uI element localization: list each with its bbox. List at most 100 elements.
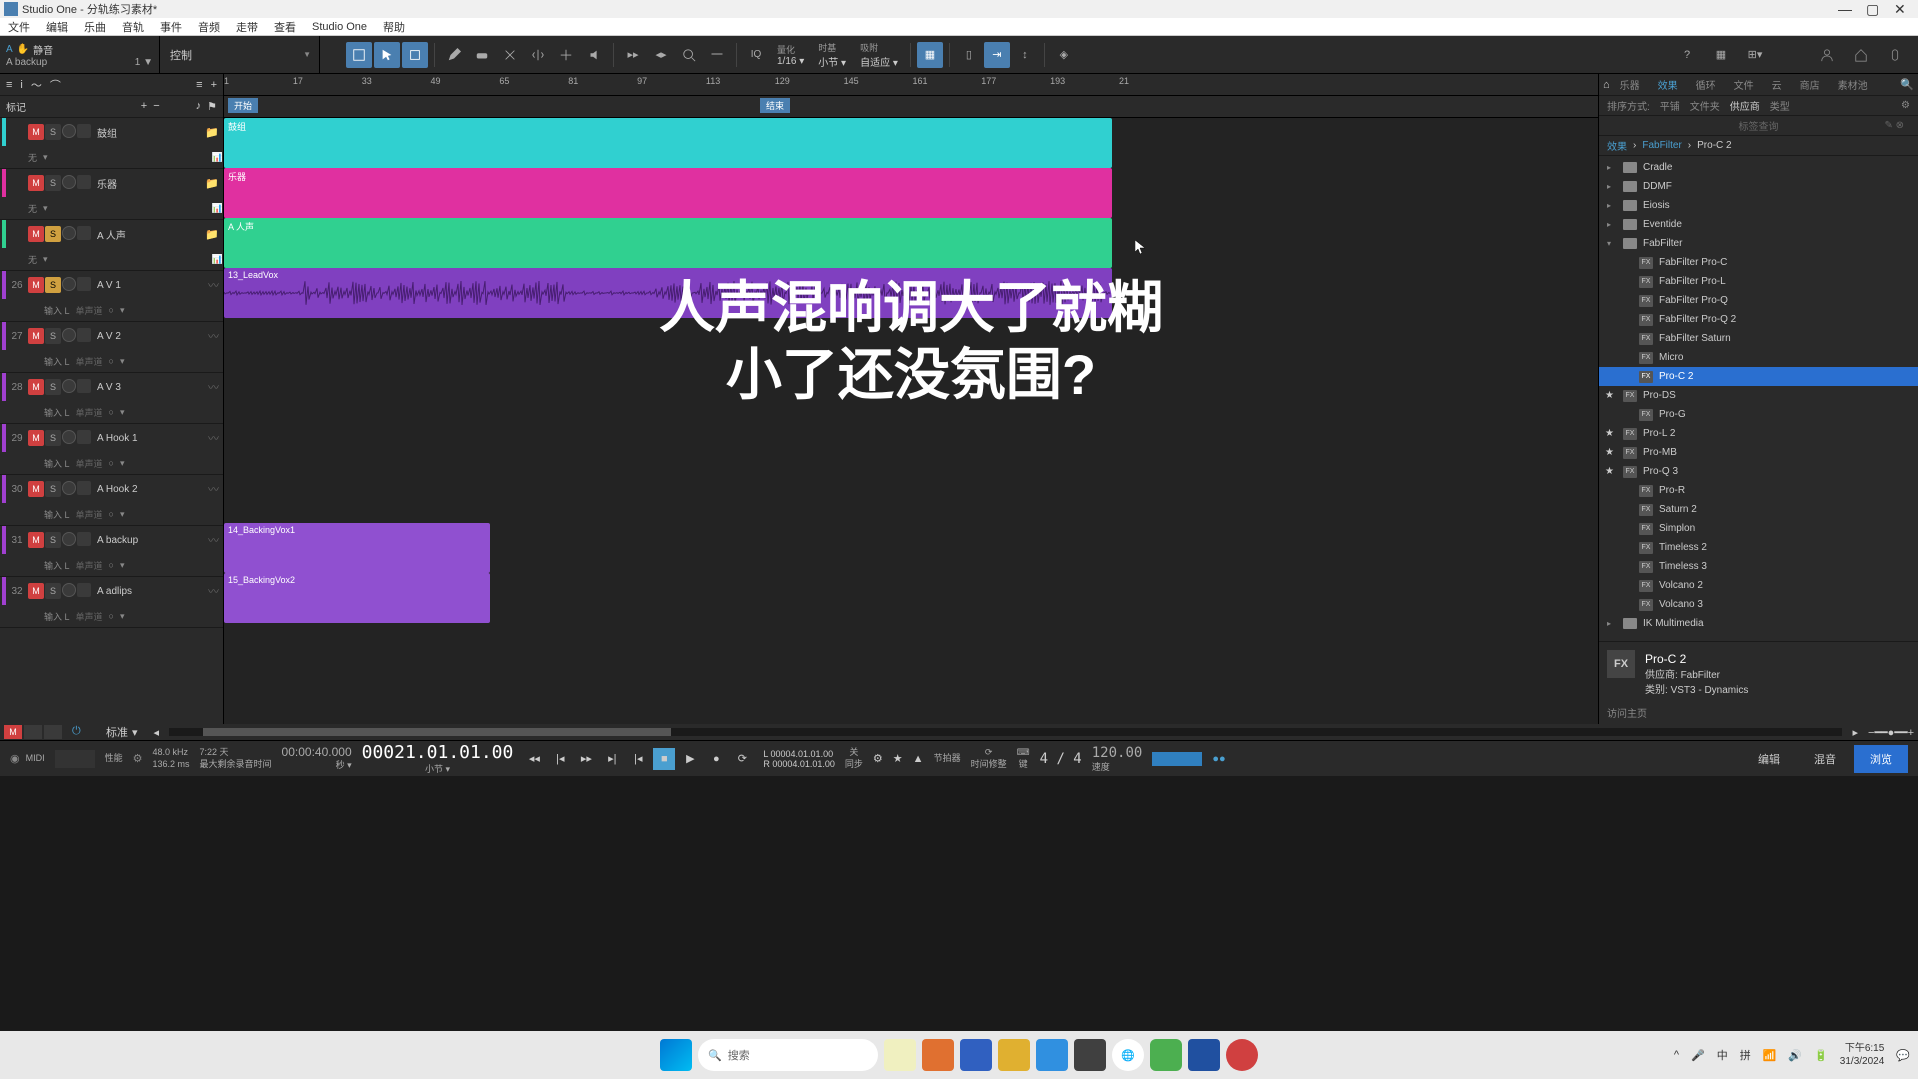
draw-tool[interactable] [441, 42, 467, 68]
taskbar-search[interactable]: 🔍 搜索 [698, 1039, 878, 1071]
marker-start[interactable]: 开始 [228, 98, 258, 113]
tree-folder[interactable]: IK Multimedia [1599, 614, 1918, 633]
tree-plugin[interactable]: FXTimeless 2 [1599, 538, 1918, 557]
remove-marker-icon[interactable]: − [153, 100, 159, 113]
horizontal-scrollbar[interactable] [169, 728, 1842, 736]
track-header[interactable]: 28 M S A V 3 〰 输入 L 单声道 ○ ▾ [0, 373, 223, 424]
track-expand-icon[interactable]: 📁 [205, 126, 223, 139]
track-monitor[interactable] [77, 583, 91, 597]
paint-tool[interactable] [497, 42, 523, 68]
ripple-tool[interactable]: ▸▸ [620, 42, 646, 68]
tree-plugin[interactable]: FXSimplon [1599, 519, 1918, 538]
track-header[interactable]: 26 M S A V 1 〰 输入 L 单声道 ○ ▾ [0, 271, 223, 322]
track-expand-icon[interactable]: 📁 [205, 228, 223, 241]
snap-tool[interactable]: ◂▸ [648, 42, 674, 68]
info-icon[interactable]: i [20, 79, 22, 91]
tray-wifi-icon[interactable]: 📶 [1763, 1049, 1777, 1062]
track-mute[interactable]: M [28, 226, 44, 242]
tempo-slider[interactable] [1152, 752, 1202, 766]
mode-mix[interactable]: 混音 [1798, 745, 1852, 773]
search-icon[interactable]: 🔍 [1900, 78, 1914, 91]
bell-icon[interactable] [1882, 42, 1908, 68]
global-solo-2[interactable] [44, 725, 62, 739]
loop-button[interactable]: ⟳ [731, 748, 753, 770]
menu-help[interactable]: 帮助 [383, 19, 405, 35]
taskbar-app-2[interactable] [922, 1039, 954, 1071]
track-mute[interactable]: M [28, 124, 44, 140]
taskbar-app-1[interactable] [884, 1039, 916, 1071]
tree-plugin[interactable]: FXVolcano 3 [1599, 595, 1918, 614]
taskbar-app-5[interactable] [1036, 1039, 1068, 1071]
global-mute[interactable]: M [4, 725, 22, 739]
menu-studioone[interactable]: Studio One [312, 21, 367, 33]
track-mute[interactable]: M [28, 328, 44, 344]
track-expand-icon[interactable]: 〰 [208, 430, 223, 446]
next-button[interactable]: ▸| [601, 748, 623, 770]
marker-flag-icon[interactable]: ⚑ [207, 100, 217, 113]
menu-edit[interactable]: 编辑 [46, 19, 68, 35]
marker-music-icon[interactable]: ♪ [196, 100, 202, 113]
range-tool[interactable] [402, 42, 428, 68]
track-mute[interactable]: M [28, 583, 44, 599]
tab-pool[interactable]: 素材池 [1830, 75, 1876, 94]
menu-view[interactable]: 查看 [274, 19, 296, 35]
tree-plugin[interactable]: FXTimeless 3 [1599, 557, 1918, 576]
add-track-icon[interactable]: + [211, 79, 217, 91]
track-monitor[interactable] [77, 430, 91, 444]
taskbar-app-4[interactable] [998, 1039, 1030, 1071]
sort-vendor[interactable]: 供应商 [1730, 98, 1760, 113]
power-icon[interactable]: ⏻ [72, 725, 86, 739]
tab-shop[interactable]: 商店 [1792, 75, 1828, 94]
split-tool[interactable] [525, 42, 551, 68]
snap-toggle[interactable]: ▦ [917, 42, 943, 68]
grid-button[interactable]: ⊞▾ [1742, 42, 1768, 68]
track-record[interactable] [62, 430, 76, 444]
audio-clip[interactable]: 13_LeadVox [224, 268, 1112, 318]
fforward-button[interactable]: ▸▸ [575, 748, 597, 770]
browser-tree[interactable]: CradleDDMFEiosisEventideFabFilterFXFabFi… [1599, 156, 1918, 641]
add-marker-icon[interactable]: + [141, 100, 147, 113]
track-solo[interactable]: S [45, 226, 61, 242]
menu-event[interactable]: 事件 [160, 19, 182, 35]
track-record[interactable] [62, 175, 76, 189]
tree-folder[interactable]: DDMF [1599, 177, 1918, 196]
tree-plugin[interactable]: FXMicro [1599, 348, 1918, 367]
timebase-snap[interactable]: 时基 小节 ▾ [812, 41, 852, 69]
list-view-icon[interactable]: ≡ [6, 79, 12, 91]
taskbar-chrome[interactable]: 🌐 [1112, 1039, 1144, 1071]
track-record[interactable] [62, 328, 76, 342]
mute-tool[interactable] [553, 42, 579, 68]
tree-plugin[interactable]: ★FXPro-Q 3 [1599, 462, 1918, 481]
track-monitor[interactable] [77, 226, 91, 240]
rtz-button[interactable]: |◂ [627, 748, 649, 770]
automation-icon[interactable]: 〜 [31, 77, 42, 93]
global-solo[interactable] [24, 725, 42, 739]
tab-cloud[interactable]: 云 [1764, 75, 1790, 94]
timeline-ruler[interactable]: 117334965819711312914516117719321 [224, 74, 1598, 96]
tree-folder[interactable]: Cradle [1599, 158, 1918, 177]
track-monitor[interactable] [77, 328, 91, 342]
tray-mic-icon[interactable]: 🎤 [1691, 1049, 1705, 1062]
browser-footer[interactable]: 访问主页 [1599, 701, 1918, 724]
taskbar-app-3[interactable] [960, 1039, 992, 1071]
sort-type[interactable]: 类型 [1770, 98, 1790, 113]
track-solo[interactable]: S [45, 430, 61, 446]
sort-folder[interactable]: 文件夹 [1690, 98, 1720, 113]
track-record[interactable] [62, 226, 76, 240]
track-record[interactable] [62, 532, 76, 546]
tree-plugin[interactable]: FXFabFilter Pro-C [1599, 253, 1918, 272]
erase-tool[interactable] [469, 42, 495, 68]
collapse-icon[interactable]: ≡ [196, 79, 202, 91]
play-button[interactable]: ▶ [679, 748, 701, 770]
track-expand-icon[interactable]: 〰 [208, 481, 223, 497]
audio-clip[interactable]: A 人声 [224, 218, 1112, 268]
snap-mode[interactable]: 吸附 自适应 ▾ [854, 41, 904, 69]
tree-plugin[interactable]: FXSaturn 2 [1599, 500, 1918, 519]
rewind-button[interactable]: ◂◂ [523, 748, 545, 770]
audio-clip[interactable]: 14_BackingVox1 [224, 523, 490, 573]
track-solo[interactable]: S [45, 124, 61, 140]
start-button[interactable] [660, 1039, 692, 1071]
track-expand-icon[interactable]: 〰 [208, 379, 223, 395]
star-icon[interactable]: ★ [893, 752, 903, 765]
metronome-icon[interactable]: ▲ [913, 753, 924, 765]
